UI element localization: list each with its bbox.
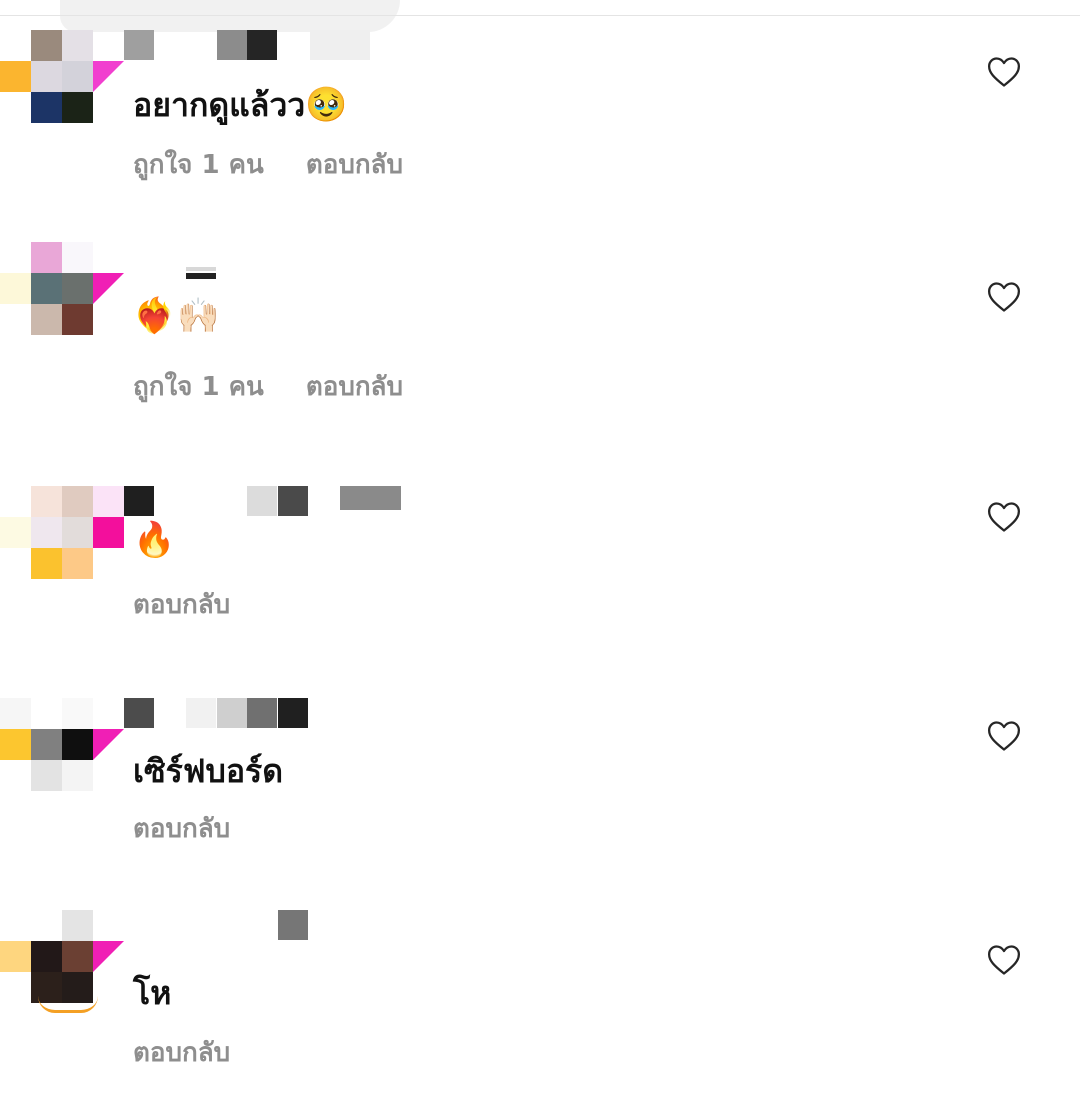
- heart-outline-icon[interactable]: [987, 281, 1021, 313]
- heart-outline-icon[interactable]: [987, 56, 1021, 88]
- redacted-username: [124, 30, 154, 60]
- redacted-username: [278, 698, 308, 728]
- reply-button[interactable]: ตอบกลับ: [306, 366, 403, 407]
- comment-actions: ตอบกลับ: [133, 808, 230, 849]
- comment-actions: ถูกใจ 1 คน ตอบกลับ: [133, 144, 403, 185]
- redacted-username: [186, 267, 216, 271]
- comment-text: ❤️‍🔥🙌🏻: [133, 296, 222, 336]
- comment-text: อยากดูแล้วว🥹: [133, 80, 350, 131]
- pleading-face-emoji: 🥹: [305, 85, 350, 125]
- redacted-username: [247, 30, 277, 60]
- comment-body: เซิร์ฟบอร์ด: [133, 752, 283, 790]
- redacted-username: [278, 486, 308, 516]
- redacted-username: [217, 698, 247, 728]
- comment-actions: ตอบกลับ: [133, 584, 230, 625]
- comment-text: โห: [133, 968, 171, 1019]
- redacted-header: [60, 0, 400, 32]
- divider: [0, 15, 1080, 16]
- heart-outline-icon[interactable]: [987, 720, 1021, 752]
- redacted-username: [124, 486, 154, 516]
- comment-body: อยากดูแล้วว: [133, 86, 306, 124]
- reply-button[interactable]: ตอบกลับ: [133, 808, 230, 849]
- redacted-username: [217, 30, 247, 60]
- comment-text: เซิร์ฟบอร์ด: [133, 746, 283, 797]
- like-count[interactable]: ถูกใจ 1 คน: [133, 366, 264, 407]
- redacted-username: [186, 273, 216, 279]
- like-count[interactable]: ถูกใจ 1 คน: [133, 144, 264, 185]
- heart-outline-icon[interactable]: [987, 501, 1021, 533]
- reply-button[interactable]: ตอบกลับ: [133, 1032, 230, 1073]
- avatar[interactable]: [0, 698, 125, 791]
- redacted-username: [340, 486, 401, 510]
- redacted-username: [247, 698, 277, 728]
- heart-outline-icon[interactable]: [987, 944, 1021, 976]
- comment-actions: ตอบกลับ: [133, 1032, 230, 1073]
- reply-button[interactable]: ตอบกลับ: [133, 584, 230, 625]
- comment-body: โห: [133, 974, 172, 1012]
- redacted-username: [124, 698, 154, 728]
- fire-emoji: 🔥: [133, 520, 178, 560]
- comment-actions: ถูกใจ 1 คน ตอบกลับ: [133, 366, 403, 407]
- comments-screen: อยากดูแล้วว🥹 ถูกใจ 1 คน ตอบกลับ ❤️‍🔥🙌🏻 ถู…: [0, 0, 1080, 1093]
- avatar[interactable]: [0, 242, 125, 335]
- redacted-username: [186, 698, 216, 728]
- redacted-username: [310, 30, 370, 60]
- redacted-username: [278, 910, 308, 940]
- avatar[interactable]: [0, 910, 125, 1013]
- reply-button[interactable]: ตอบกลับ: [306, 144, 403, 185]
- avatar[interactable]: [0, 30, 125, 123]
- comment-text: 🔥: [133, 520, 177, 560]
- avatar[interactable]: [0, 486, 125, 579]
- heart-on-fire-raising-hands-emoji: ❤️‍🔥🙌🏻: [133, 296, 222, 336]
- redacted-username: [247, 486, 277, 516]
